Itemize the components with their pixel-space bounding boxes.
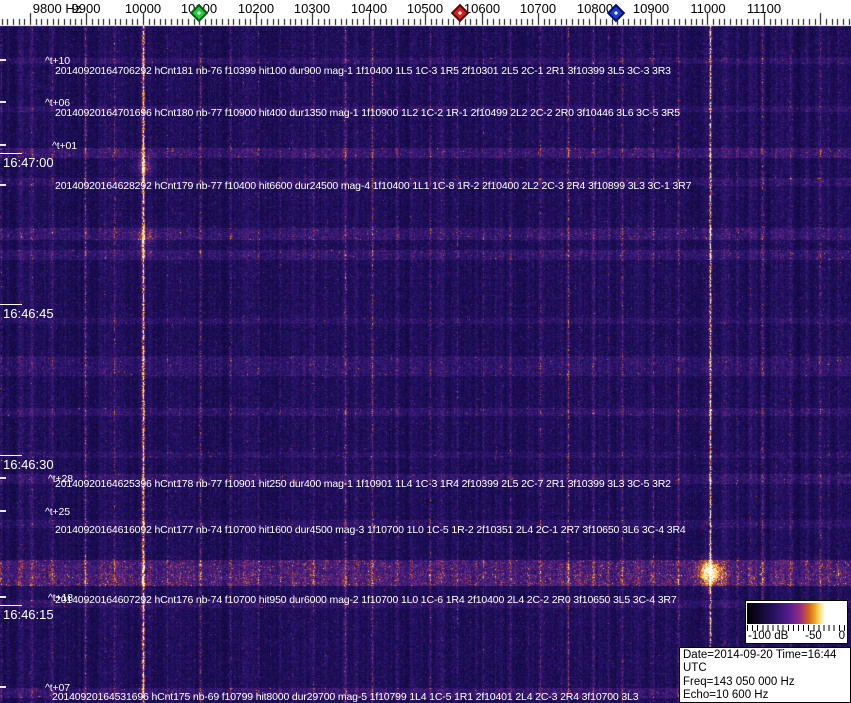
legend-labels: -100 dB -50 0 xyxy=(748,630,845,643)
event-marker-label: ^t+01 xyxy=(52,140,77,152)
legend-label-max: 0 xyxy=(838,630,845,642)
event-data-line: 20140920164531696 hCnt175 nb-69 f10799 h… xyxy=(52,691,639,703)
time-tick xyxy=(0,605,22,606)
freq-axis-label: 10500 xyxy=(406,1,444,16)
info-frequency: Freq=143 050 000 Hz xyxy=(683,675,795,688)
event-marker-label: ^t+25 xyxy=(45,506,70,518)
event-data-line: 20140920164701696 hCnt180 nb-77 f10900 h… xyxy=(55,107,680,119)
db-color-scale: -100 dB -50 0 xyxy=(745,600,848,644)
event-edge-tick xyxy=(0,59,6,61)
event-edge-tick xyxy=(0,686,6,688)
event-edge-tick xyxy=(0,144,6,146)
freq-axis-label: 10400 xyxy=(350,1,388,16)
spectrogram-window: 9800 Hz990010000101001020010300104001050… xyxy=(0,0,851,703)
event-edge-tick xyxy=(0,596,6,598)
event-data-line: 20140920164607292 hCnt176 nb-74 f10700 h… xyxy=(55,594,677,606)
freq-axis-label: 10300 xyxy=(293,1,331,16)
time-label: 16:47:00 xyxy=(3,155,54,170)
event-edge-tick xyxy=(0,184,6,186)
time-tick xyxy=(0,304,22,305)
event-data-line: 20140920164625396 hCnt178 nb-77 f10901 h… xyxy=(55,478,671,490)
event-data-line: 20140920164628292 hCnt179 nb-77 f10400 h… xyxy=(55,180,692,192)
time-label: 16:46:15 xyxy=(3,607,54,622)
time-tick xyxy=(0,153,22,154)
freq-axis-label: 11100 xyxy=(746,1,782,16)
event-edge-tick xyxy=(0,510,6,512)
freq-axis-label: 9900 xyxy=(71,1,101,16)
event-edge-tick xyxy=(0,101,6,103)
legend-label-min: -100 dB xyxy=(748,630,789,642)
freq-axis-label: 10200 xyxy=(237,1,275,16)
red-diamond-center-dot xyxy=(457,10,463,16)
legend-label-mid: -50 xyxy=(805,630,822,642)
time-tick xyxy=(0,455,22,456)
time-label: 16:46:45 xyxy=(3,306,54,321)
color-gradient-bar xyxy=(747,603,846,624)
event-data-line: 20140920164616092 hCnt177 nb-74 f10700 h… xyxy=(55,524,686,536)
info-date-time: Date=2014-09-20 Time=16:44 UTC xyxy=(683,649,837,675)
green-diamond-center-dot xyxy=(196,10,202,16)
info-echo-freq: Echo=10 600 Hz xyxy=(683,689,769,702)
station-info-box: Date=2014-09-20 Time=16:44 UTC Freq=143 … xyxy=(679,647,851,703)
event-data-line: 20140920164706292 hCnt181 nb-76 f10399 h… xyxy=(55,65,671,77)
freq-axis-label: 10700 xyxy=(519,1,557,16)
freq-axis-label: 11000 xyxy=(690,1,726,16)
freq-axis-label: 10900 xyxy=(632,1,670,16)
freq-axis-label: 10600 xyxy=(463,1,501,16)
blue-diamond-center-dot xyxy=(613,10,619,16)
freq-axis-label: 10000 xyxy=(124,1,162,16)
event-edge-tick xyxy=(0,477,6,479)
time-label: 16:46:30 xyxy=(3,457,54,472)
